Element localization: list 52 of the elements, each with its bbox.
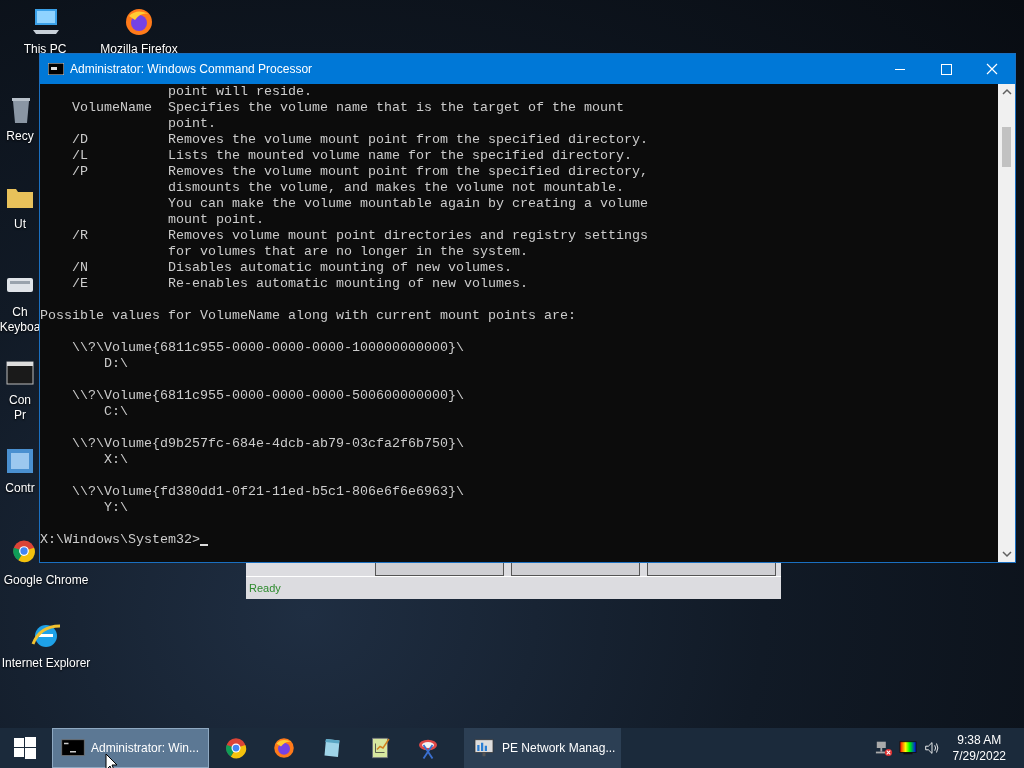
- taskbar-button[interactable]: Administrator: Win...: [52, 728, 209, 768]
- icon-label[interactable]: Mozilla Firefox: [100, 42, 178, 57]
- icon-label[interactable]: Ch: [12, 305, 28, 320]
- scroll-thumb[interactable]: [1002, 127, 1011, 167]
- chrome-icon[interactable]: [224, 736, 248, 760]
- drive-letter: X:\: [103, 452, 129, 468]
- icon-label[interactable]: Google Chrome: [3, 573, 89, 588]
- console-line: Possible values for VolumeName along with current mount points are:: [40, 308, 577, 324]
- speaker-icon[interactable]: [922, 739, 941, 757]
- chrome-icon[interactable]: [11, 538, 37, 564]
- console-line: /N Disables automatic mounting of new volumes.: [71, 260, 513, 276]
- volume-path: \\?\Volume{6811c955-0000-0000-0000-500600000000}\: [71, 388, 465, 404]
- taskbar-button[interactable]: PE Network Manag...: [464, 728, 621, 768]
- console-line: /P Removes the volume mount point from the specified directory,: [71, 164, 649, 180]
- icon-label[interactable]: Contr: [5, 481, 35, 496]
- icon-label[interactable]: Pr: [14, 408, 26, 423]
- icon-label[interactable]: Internet Explorer: [1, 656, 91, 671]
- icon-label[interactable]: Keyboa: [0, 320, 41, 335]
- volume-path: \\?\Volume{fd380dd1-0f21-11ed-b5c1-806e6f6e6963}\: [71, 484, 465, 500]
- console-line: point.: [167, 116, 217, 132]
- console-line: VolumeName Specifies the volume name that is the target of the mount: [71, 100, 625, 116]
- icon-label[interactable]: Recy: [6, 129, 34, 144]
- icon-label[interactable]: Ut: [14, 217, 26, 232]
- console-line: You can make the volume mountable again by creating a volume: [167, 196, 649, 212]
- firefox-icon[interactable]: [272, 736, 296, 760]
- drive-letter: C:\: [103, 404, 129, 420]
- windows-start-icon[interactable]: [14, 737, 36, 759]
- console-line: for volumes that are no longer in the system.: [167, 244, 529, 260]
- clock-date[interactable]: 7/29/2022: [952, 748, 1006, 764]
- drive-letter: Y:\: [103, 500, 129, 516]
- volume-path: \\?\Volume{6811c955-0000-0000-0000-100000000000}\: [71, 340, 465, 356]
- console-line: point will reside.: [167, 84, 313, 100]
- network-disconnected-icon[interactable]: [874, 739, 893, 757]
- icon-label[interactable]: Con: [9, 393, 31, 408]
- volume-path: \\?\Volume{d9b257fc-684e-4dcb-ab79-03cfa2f6b750}\: [71, 436, 465, 452]
- text-cursor: [199, 544, 208, 546]
- window-title: Administrator: Windows Command Processor: [70, 62, 314, 76]
- console-line: /L Lists the mounted volume name for the specified directory.: [71, 148, 633, 164]
- console-icon[interactable]: [48, 63, 64, 75]
- status-text: Ready: [248, 581, 282, 596]
- console-line: dismounts the volume, and makes the volume not mountable.: [167, 180, 625, 196]
- console-line: /E Re-enables automatic mounting of new volumes.: [71, 276, 529, 292]
- icon-label[interactable]: This PC: [23, 42, 67, 57]
- console-line: /R Removes volume mount point directories and registry settings: [71, 228, 649, 244]
- console-line: /D Removes the volume mount point from the specified directory.: [71, 132, 649, 148]
- drive-letter: D:\: [103, 356, 129, 372]
- display-color-icon[interactable]: [898, 739, 917, 757]
- firefox-icon[interactable]: [123, 6, 155, 38]
- clock-time[interactable]: 9:38 AM: [957, 732, 1002, 748]
- command-prompt: X:\Windows\System32>: [40, 532, 200, 548]
- scrollbar[interactable]: [998, 84, 1015, 562]
- console-line: mount point.: [167, 212, 265, 228]
